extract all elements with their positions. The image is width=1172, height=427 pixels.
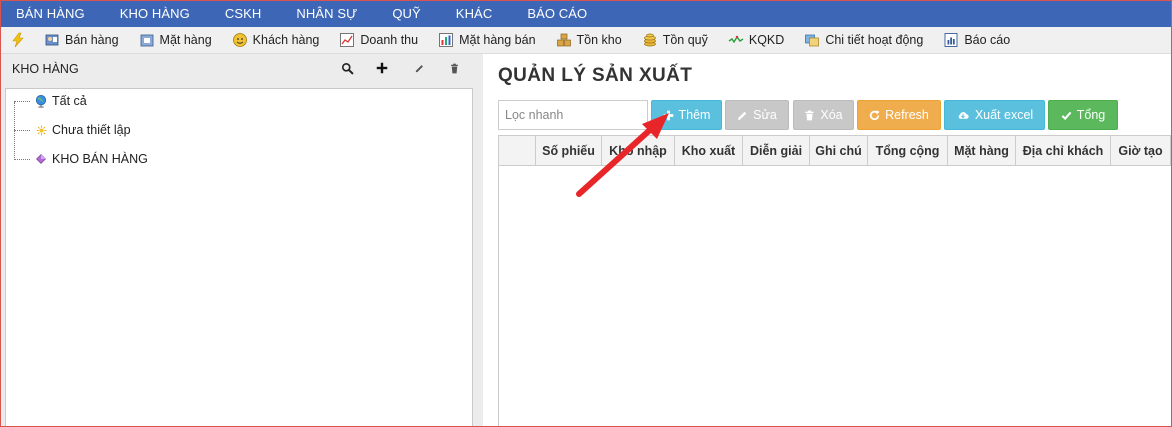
tree-item-kho-ban-hang[interactable]: KHO BÁN HÀNG — [14, 152, 148, 166]
export-excel-button[interactable]: Xuất excel — [944, 100, 1045, 130]
nav-cskh[interactable]: CSKH — [225, 6, 262, 21]
toolbar-quick[interactable] — [10, 32, 31, 48]
star-icon — [34, 123, 48, 137]
toolbar-chi-tiet-hoat-dong[interactable]: Chi tiết hoạt động — [804, 32, 923, 48]
export-excel-button-label: Xuất excel — [974, 108, 1034, 122]
nav-quy[interactable]: QUỸ — [392, 6, 420, 21]
warehouse-panel: KHO HÀNG Tất cả Chưa thiết lập KHO BÁN H… — [0, 54, 483, 427]
toolbar-ton-kho-label: Tồn kho — [576, 33, 622, 47]
toolbar-ton-quy-label: Tồn quỹ — [662, 33, 708, 47]
tree-item-chua-thiet-lap-label: Chưa thiết lập — [52, 123, 131, 137]
table-header: Số phiếu Kho nhập Kho xuất Diễn giải Ghi… — [499, 136, 1171, 166]
add-button[interactable]: Thêm — [651, 100, 722, 130]
nav-nhan-su[interactable]: NHÂN SỰ — [296, 6, 357, 21]
toolbar-mat-hang-label: Mặt hàng — [159, 33, 212, 47]
toolbar-kqkd-label: KQKD — [748, 33, 785, 47]
total-button-label: Tổng — [1076, 108, 1106, 122]
column-header-mat-hang[interactable]: Mặt hàng — [948, 136, 1016, 166]
column-header-gio-tao[interactable]: Giờ tạo — [1111, 136, 1171, 166]
toolbar-mat-hang-ban[interactable]: Mặt hàng bán — [438, 32, 536, 48]
toolbar-ton-kho[interactable]: Tồn kho — [556, 32, 622, 48]
toolbar-doanh-thu[interactable]: Doanh thu — [339, 32, 418, 48]
trash-icon — [805, 110, 814, 120]
check-icon — [1061, 111, 1072, 120]
plus-icon — [663, 110, 673, 120]
toolbar-khach-hang[interactable]: Khách hàng — [232, 32, 320, 48]
nav-kho-hang[interactable]: KHO HÀNG — [120, 6, 190, 21]
refresh-icon — [870, 109, 880, 120]
warehouse-tree: Tất cả Chưa thiết lập KHO BÁN HÀNG — [5, 88, 473, 427]
column-header-kho-xuat[interactable]: Kho xuất — [675, 136, 743, 166]
tree-item-tat-ca-label: Tất cả — [52, 94, 87, 108]
top-nav-bar: BÁN HÀNG KHO HÀNG CSKH NHÂN SỰ QUỸ KHÁC … — [0, 0, 1172, 27]
toolbar-ton-quy[interactable]: Tồn quỹ — [642, 32, 708, 48]
page-title: QUẢN LÝ SẢN XUẤT — [498, 65, 693, 86]
nav-ban-hang[interactable]: BÁN HÀNG — [16, 6, 85, 21]
toolbar-bao-cao-label: Báo cáo — [964, 33, 1011, 47]
globe-icon — [34, 94, 48, 108]
nav-bao-cao[interactable]: BÁO CÁO — [527, 6, 587, 21]
tree-connector — [14, 100, 30, 102]
trend-line-icon — [728, 32, 744, 48]
column-header-tong-cong[interactable]: Tổng cộng — [868, 136, 948, 166]
warehouse-panel-title: KHO HÀNG — [12, 62, 79, 76]
pencil-icon[interactable] — [411, 60, 427, 76]
edit-button[interactable]: Sửa — [725, 100, 789, 130]
edit-button-label: Sửa — [753, 108, 777, 122]
toolbar-ban-hang[interactable]: Bán hàng — [44, 32, 119, 48]
toolbar-mat-hang[interactable]: Mặt hàng — [139, 32, 212, 48]
toolbar-bao-cao[interactable]: Báo cáo — [943, 32, 1010, 48]
column-header-dien-giai[interactable]: Diễn giải — [743, 136, 810, 166]
column-header-select[interactable] — [499, 136, 536, 166]
tree-item-kho-ban-hang-label: KHO BÁN HÀNG — [52, 152, 148, 166]
box-icon — [139, 32, 155, 48]
nav-khac[interactable]: KHÁC — [456, 6, 493, 21]
delete-button-label: Xóa — [820, 108, 843, 122]
tree-connector — [14, 129, 30, 131]
toolbar-mat-hang-ban-label: Mặt hàng bán — [459, 33, 536, 47]
tree-item-tat-ca[interactable]: Tất cả — [14, 94, 87, 108]
shortcut-toolbar: Bán hàng Mặt hàng Khách hàng Doanh thu M… — [0, 27, 1172, 54]
toolbar-chi-tiet-hoat-dong-label: Chi tiết hoạt động — [825, 33, 924, 47]
quick-filter-input[interactable] — [498, 100, 648, 130]
total-button[interactable]: Tổng — [1048, 100, 1118, 130]
gem-icon — [34, 152, 48, 166]
trash-icon[interactable] — [446, 60, 462, 76]
refresh-button[interactable]: Refresh — [857, 100, 941, 130]
smiley-icon — [232, 32, 248, 48]
column-header-kho-nhap[interactable]: Kho nhập — [602, 136, 675, 166]
plus-icon[interactable] — [374, 60, 390, 76]
cashier-icon — [44, 32, 60, 48]
bar-chart-icon — [438, 32, 454, 48]
column-header-so-phieu[interactable]: Số phiếu — [536, 136, 602, 166]
cloud-download-icon — [958, 112, 969, 119]
revenue-chart-icon — [339, 32, 355, 48]
pencil-icon — [738, 111, 747, 120]
toolbar-doanh-thu-label: Doanh thu — [360, 33, 419, 47]
activity-icon — [804, 32, 820, 48]
add-button-label: Thêm — [678, 108, 711, 122]
delete-button[interactable]: Xóa — [793, 100, 854, 130]
production-table: Số phiếu Kho nhập Kho xuất Diễn giải Ghi… — [498, 135, 1172, 427]
toolbar-kqkd[interactable]: KQKD — [728, 32, 784, 48]
tree-item-chua-thiet-lap[interactable]: Chưa thiết lập — [14, 123, 131, 137]
lightning-icon — [10, 32, 26, 48]
refresh-button-label: Refresh — [885, 108, 929, 122]
search-icon[interactable] — [339, 60, 355, 76]
toolbar-khach-hang-label: Khách hàng — [252, 33, 320, 47]
column-header-dia-chi-khach[interactable]: Địa chỉ khách — [1016, 136, 1111, 166]
toolbar-ban-hang-label: Bán hàng — [65, 33, 119, 47]
column-header-ghi-chu[interactable]: Ghi chú — [810, 136, 868, 166]
coins-icon — [642, 32, 658, 48]
stacked-boxes-icon — [556, 32, 572, 48]
report-icon — [943, 32, 959, 48]
tree-connector — [14, 158, 30, 160]
